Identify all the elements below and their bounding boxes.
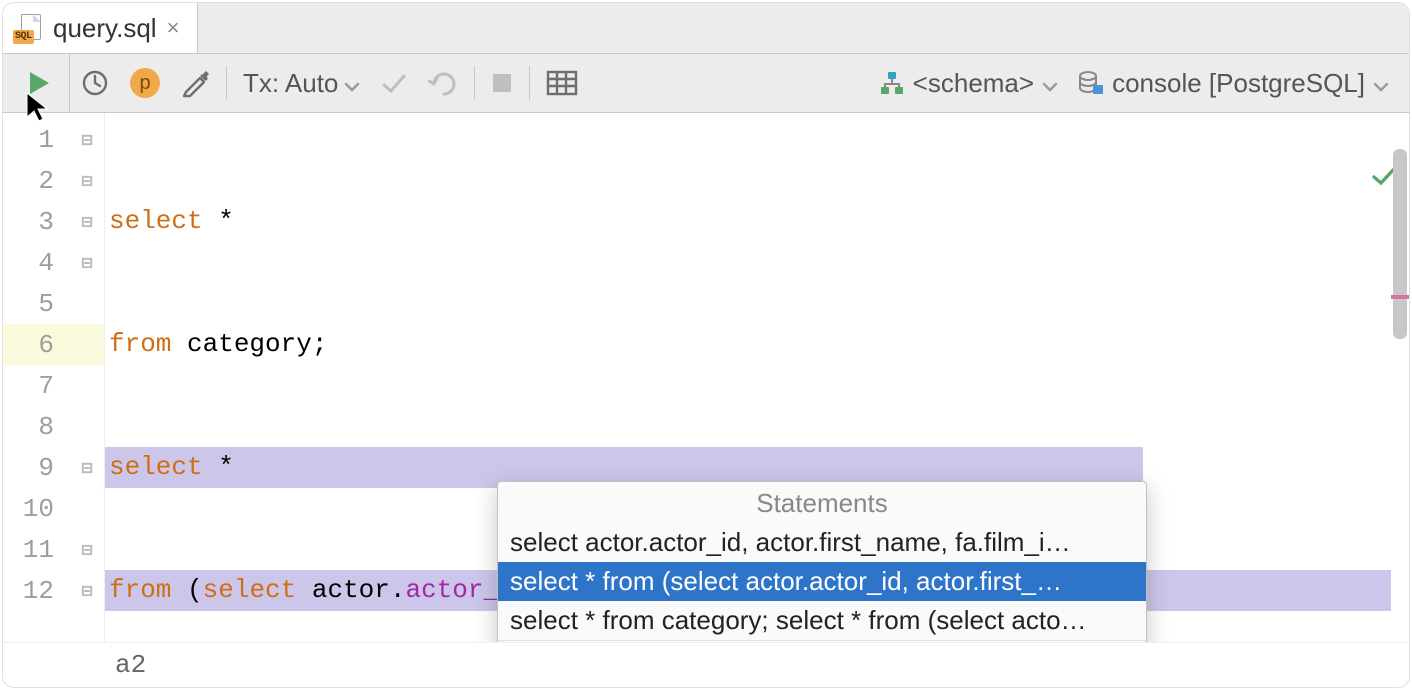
tabs-bar: SQL query.sql × — [3, 3, 1409, 54]
line-number: 1 — [3, 119, 104, 160]
context-path: a2 — [115, 652, 146, 678]
validation-ok-icon — [1246, 119, 1397, 242]
line-number: 4 — [3, 242, 104, 283]
chevron-down-icon — [1373, 68, 1389, 99]
separator — [474, 66, 475, 100]
chevron-down-icon — [344, 68, 360, 99]
chevron-down-icon — [1042, 68, 1058, 99]
schema-icon — [879, 70, 905, 96]
playground-badge[interactable]: p — [120, 54, 170, 112]
statement-option[interactable]: select actor.actor_id, actor.first_name,… — [498, 523, 1146, 562]
file-tab[interactable]: SQL query.sql × — [3, 3, 198, 53]
line-number: 3 — [3, 201, 104, 242]
breadcrumb-bar: a2 — [3, 642, 1409, 687]
sql-file-icon: SQL — [15, 14, 43, 42]
line-number: 10 — [3, 488, 104, 529]
line-number: 9 — [3, 447, 104, 488]
scrollbar-thumb[interactable] — [1393, 149, 1407, 339]
line-number: 11 — [3, 529, 104, 570]
console-dropdown[interactable]: console [PostgreSQL] — [1068, 68, 1399, 99]
line-number: 6 — [3, 324, 104, 365]
console-label: console [PostgreSQL] — [1112, 68, 1365, 99]
popup-title: Statements — [498, 482, 1146, 523]
table-view-button[interactable] — [536, 54, 588, 112]
datasource-icon — [1078, 70, 1104, 96]
history-button[interactable] — [70, 54, 120, 112]
code-line: select * — [105, 201, 1409, 242]
line-number-gutter: 1 2 3 4 5 6 7 8 9 10 11 12 — [3, 113, 105, 642]
editor-window: SQL query.sql × p Tx: Auto — [2, 2, 1410, 688]
gutter-marker — [1391, 295, 1409, 299]
code-line: from category; — [105, 324, 1409, 365]
line-number: 12 — [3, 570, 104, 611]
commit-button[interactable] — [370, 54, 418, 112]
separator — [226, 66, 227, 100]
customize-link[interactable]: Customize — [498, 640, 1146, 642]
settings-button[interactable] — [170, 54, 220, 112]
statement-option[interactable]: select * from (select actor.actor_id, ac… — [498, 562, 1146, 601]
schema-dropdown[interactable]: <schema> — [869, 68, 1068, 99]
code-editor[interactable]: 1 2 3 4 5 6 7 8 9 10 11 12 select * from… — [3, 113, 1409, 642]
run-button-wrap — [7, 54, 70, 112]
line-number: 8 — [3, 406, 104, 447]
separator — [529, 66, 530, 100]
stop-button[interactable] — [481, 54, 523, 112]
tx-mode-dropdown[interactable]: Tx: Auto — [233, 68, 370, 99]
rollback-button[interactable] — [418, 54, 468, 112]
close-icon[interactable]: × — [167, 17, 180, 39]
statements-popup: Statements select actor.actor_id, actor.… — [497, 481, 1147, 642]
line-number: 5 — [3, 283, 104, 324]
schema-label: <schema> — [913, 68, 1034, 99]
tab-filename: query.sql — [53, 13, 157, 44]
tx-label: Tx: Auto — [243, 68, 338, 99]
statement-option[interactable]: select * from category; select * from (s… — [498, 601, 1146, 640]
scrollbar[interactable] — [1393, 149, 1407, 590]
line-number: 7 — [3, 365, 104, 406]
run-button[interactable] — [17, 54, 61, 112]
line-number: 2 — [3, 160, 104, 201]
toolbar: p Tx: Auto <schema> — [3, 54, 1409, 113]
